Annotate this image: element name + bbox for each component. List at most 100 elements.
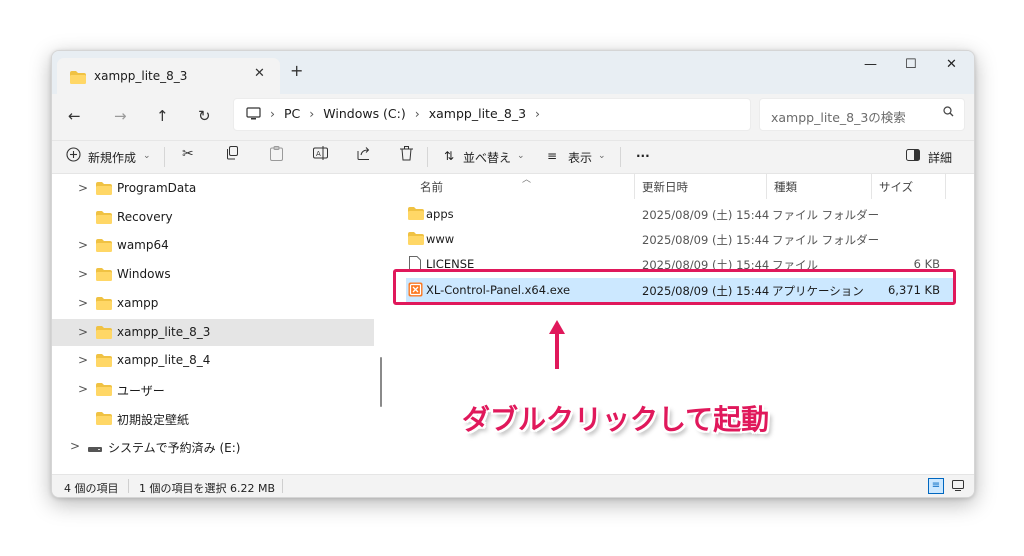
column-divider [766, 174, 767, 199]
column-divider [945, 174, 946, 199]
breadcrumb-separator: › [535, 106, 541, 121]
chevron-right-icon[interactable]: > [78, 353, 88, 367]
details-button[interactable]: 詳細 [928, 149, 952, 166]
close-window-button[interactable]: ✕ [946, 57, 957, 72]
folder-icon [96, 412, 112, 428]
folder-icon [96, 326, 112, 342]
folder-icon [96, 268, 112, 284]
new-plus-icon [66, 147, 81, 166]
svg-text:A: A [316, 150, 321, 158]
minimize-button[interactable]: — [864, 57, 877, 72]
selection-info: 1 個の項目を選択 6.22 MB [139, 482, 276, 495]
tree-item-xampp-lite-8-3[interactable]: > xampp_lite_8_3 [52, 319, 374, 346]
chevron-right-icon[interactable]: > [78, 238, 88, 252]
chevron-right-icon[interactable]: > [78, 267, 88, 281]
file-date: 2025/08/09 (土) 15:44 [642, 233, 770, 247]
cut-icon[interactable]: ✂ [182, 146, 194, 162]
column-header-date[interactable]: 更新日時 [642, 179, 688, 195]
column-divider [871, 174, 872, 199]
arrow-shaft [555, 333, 559, 369]
breadcrumb-windows-c[interactable]: Windows (C:) [323, 106, 405, 121]
paste-icon[interactable] [270, 146, 283, 165]
tree-item-xampp[interactable]: > xampp [52, 290, 374, 317]
maximize-button[interactable]: ☐ [905, 57, 917, 72]
delete-icon[interactable] [400, 146, 413, 165]
tree-item-wallpaper[interactable]: 初期設定壁紙 [52, 405, 374, 432]
tree-item-programdata[interactable]: > ProgramData [52, 175, 374, 202]
nav-scrollbar[interactable] [380, 357, 382, 407]
new-tab-button[interactable]: + [290, 61, 303, 80]
breadcrumb-pc[interactable]: PC [284, 106, 300, 121]
tree-item-recovery[interactable]: Recovery [52, 204, 374, 231]
folder-icon [96, 354, 112, 370]
navigation-pane: > ProgramData Recovery > wamp64 > Window… [52, 174, 374, 475]
rename-icon[interactable]: A [313, 146, 328, 164]
tree-item-label: xampp_lite_8_4 [117, 353, 211, 367]
tree-item-label: ProgramData [117, 181, 197, 195]
pc-monitor-icon [246, 106, 261, 125]
chevron-right-icon[interactable]: > [78, 296, 88, 310]
column-header-name[interactable]: 名前 [420, 179, 443, 195]
file-name: apps [426, 207, 454, 221]
chevron-right-icon[interactable]: > [78, 325, 88, 339]
more-options-button[interactable]: ··· [636, 149, 650, 163]
column-header-type[interactable]: 種類 [774, 179, 797, 195]
refresh-button[interactable]: ↻ [198, 107, 211, 125]
sort-arrow-icon: ︿ [522, 175, 532, 185]
view-list-icon: ≡ [547, 149, 558, 163]
tab-close-icon[interactable]: ✕ [254, 66, 265, 81]
column-header-size[interactable]: サイズ [879, 179, 913, 195]
file-row-apps[interactable]: apps 2025/08/09 (土) 15:44 ファイル フォルダー [406, 202, 956, 226]
file-name: www [426, 232, 455, 246]
toolbar-divider [620, 147, 621, 167]
sort-button[interactable]: 並べ替え [463, 149, 511, 166]
chevron-right-icon[interactable]: > [78, 382, 88, 396]
forward-button[interactable]: → [114, 107, 127, 125]
details-view-button[interactable]: ≡ [928, 478, 944, 494]
highlight-box [393, 269, 956, 305]
details-pane-icon [906, 149, 920, 165]
view-button[interactable]: 表示 [568, 149, 592, 166]
tree-item-wamp64[interactable]: > wamp64 [52, 232, 374, 259]
file-row-www[interactable]: www 2025/08/09 (土) 15:44 ファイル フォルダー [406, 227, 956, 251]
search-box[interactable]: xampp_lite_8_3の検索 [759, 98, 965, 131]
search-input[interactable]: xampp_lite_8_3の検索 [771, 107, 906, 126]
tree-item-label: Recovery [117, 210, 173, 224]
tab-xampp-lite-8-3[interactable]: xampp_lite_8_3 ✕ [57, 58, 280, 94]
chevron-right-icon[interactable]: > [70, 439, 80, 453]
breadcrumb-xampp-lite-8-3[interactable]: xampp_lite_8_3 [429, 106, 526, 121]
toolbar-divider [164, 147, 165, 167]
breadcrumb-separator: › [309, 106, 315, 121]
sort-icon: ⇅ [444, 149, 455, 163]
tree-item-windows[interactable]: > Windows [52, 261, 374, 288]
status-divider [128, 479, 129, 493]
title-bar: xampp_lite_8_3 ✕ + — ☐ ✕ [52, 51, 974, 94]
tree-item-xampp-lite-8-4[interactable]: > xampp_lite_8_4 [52, 347, 374, 374]
folder-icon [96, 383, 112, 399]
tree-item-label: wamp64 [117, 238, 169, 252]
tree-item-users[interactable]: > ユーザー [52, 376, 374, 403]
breadcrumb-separator: › [270, 106, 275, 121]
new-button[interactable]: 新規作成 [88, 149, 136, 166]
address-row: ← → ↑ ↻ › PC › Windows (C:) › xampp_lite_8_3 ›… [52, 94, 974, 140]
file-type: ファイル フォルダー [772, 233, 880, 247]
drive-icon [88, 443, 104, 457]
tree-item-label: ユーザー [117, 384, 165, 398]
chevron-down-icon: ⌄ [143, 151, 151, 161]
share-icon[interactable] [357, 146, 372, 164]
folder-icon [96, 182, 112, 198]
up-button[interactable]: ↑ [156, 107, 169, 125]
annotation-text: ダブルクリックして起動 [462, 403, 770, 436]
tiles-view-button[interactable] [950, 478, 966, 494]
chevron-right-icon[interactable]: > [78, 181, 88, 195]
tree-item-label: 初期設定壁紙 [117, 413, 190, 427]
folder-icon [96, 297, 112, 313]
tree-item-label: Windows [117, 267, 171, 281]
tree-item-system-reserved[interactable]: > システムで予約済み (E:) [52, 433, 374, 460]
chevron-down-icon: ⌄ [598, 151, 606, 161]
back-button[interactable]: ← [68, 107, 81, 125]
address-bar[interactable]: › PC › Windows (C:) › xampp_lite_8_3 › [233, 98, 751, 131]
search-icon [943, 106, 954, 120]
tree-item-label: xampp_lite_8_3 [117, 325, 211, 339]
copy-icon[interactable] [226, 146, 239, 164]
